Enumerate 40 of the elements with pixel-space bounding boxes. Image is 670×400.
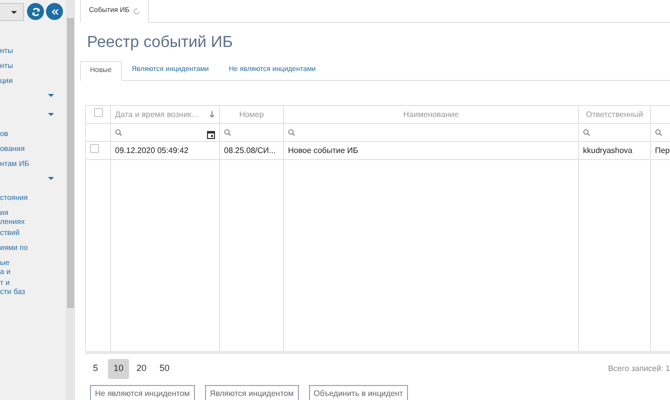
caret-icon[interactable]: [48, 94, 54, 97]
calendar-icon[interactable]: [207, 131, 215, 140]
filter-field[interactable]: [578, 124, 650, 142]
refresh-icon[interactable]: [133, 8, 140, 14]
action-button[interactable]: Объединить в инцидент: [308, 385, 408, 400]
refresh-icon: [30, 6, 40, 16]
table-cell: Новое событие ИБ: [284, 142, 578, 160]
page-size-option[interactable]: 20: [131, 359, 152, 380]
column-header[interactable]: Наименование: [284, 106, 578, 124]
search-icon: [115, 128, 122, 136]
action-button[interactable]: Не являются инцидентом: [90, 385, 195, 400]
scrollbar-thumb[interactable]: [67, 18, 74, 308]
caret-icon[interactable]: [48, 177, 54, 180]
caret-icon: [11, 11, 17, 14]
filter-field[interactable]: [110, 124, 220, 142]
column-header[interactable]: Дата и время возник...: [110, 106, 220, 124]
row-checkbox[interactable]: [90, 144, 99, 154]
search-icon: [224, 129, 231, 136]
action-button[interactable]: Являются инцидентом: [204, 385, 299, 400]
table-cell: kkudryashova: [578, 142, 650, 160]
filter-field[interactable]: [220, 124, 284, 142]
page-size-option[interactable]: 50: [154, 359, 175, 380]
column-header[interactable]: Ответственный: [578, 106, 650, 124]
record-count: Всего записей: 1: [608, 363, 670, 376]
double-chevron-icon: [50, 8, 58, 16]
filter-field[interactable]: [284, 124, 578, 142]
table-cell: 09.12.2020 05:49:42: [110, 142, 220, 160]
caret-icon[interactable]: [48, 113, 54, 116]
table-cell: 08.25.08/СИ...: [220, 142, 284, 160]
page-size-option[interactable]: 5: [85, 359, 106, 380]
search-icon: [288, 129, 295, 136]
refresh-button[interactable]: [27, 3, 44, 20]
select-all-checkbox[interactable]: [94, 108, 102, 118]
search-icon: [583, 129, 590, 136]
page-title: Реестр событий ИБ: [87, 33, 234, 52]
dropdown[interactable]: [0, 3, 24, 21]
collapse-button[interactable]: [46, 3, 63, 20]
column-header[interactable]: Номер: [220, 106, 284, 124]
search-icon: [655, 129, 662, 136]
page-size-option[interactable]: 10: [108, 359, 129, 380]
